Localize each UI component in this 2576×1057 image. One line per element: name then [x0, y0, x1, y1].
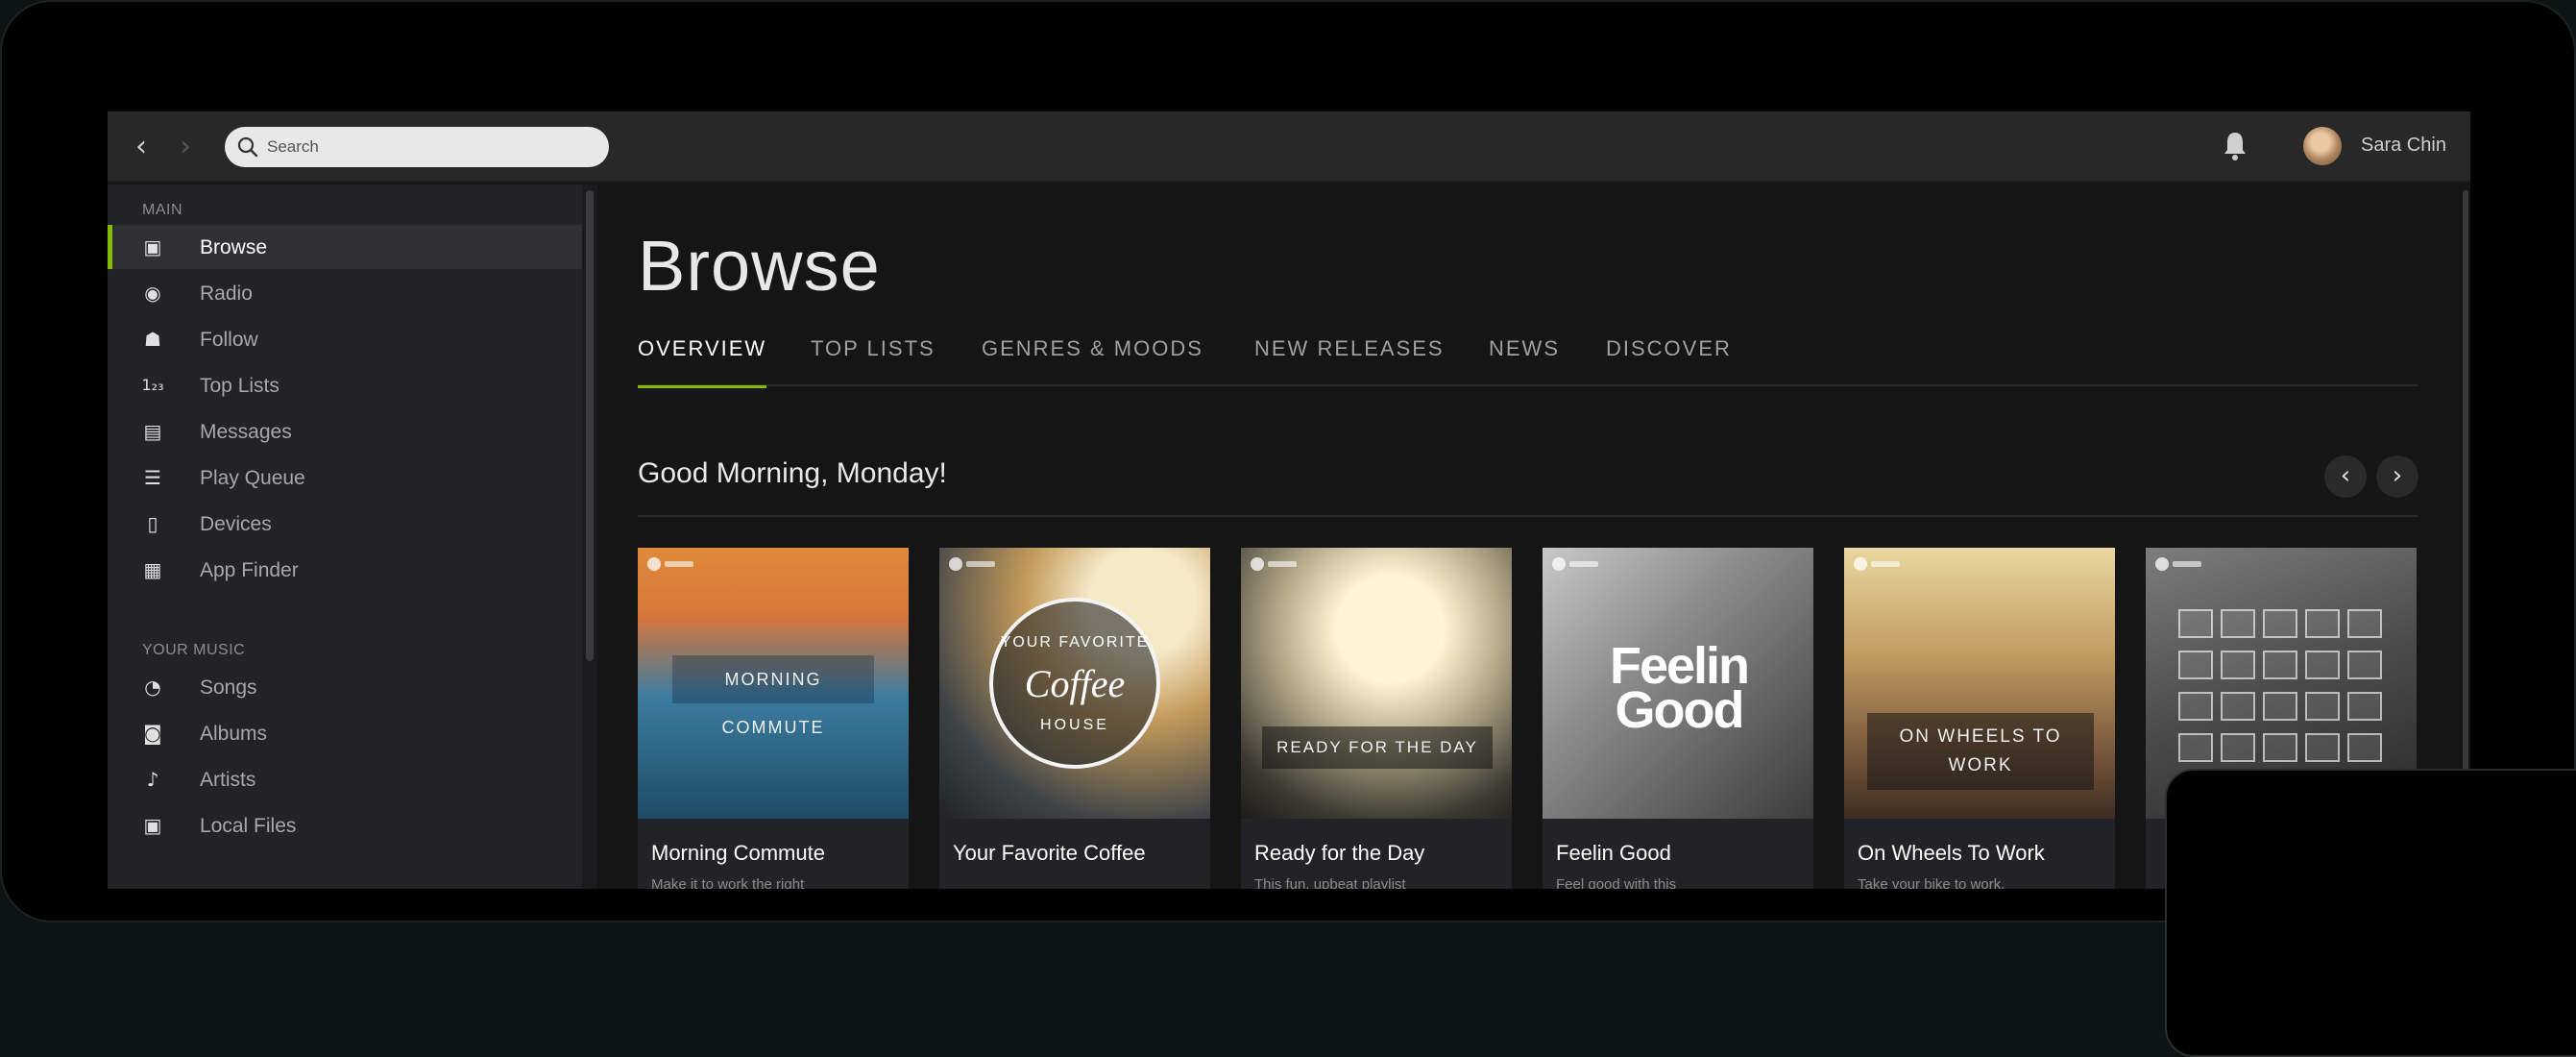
overlapping-device	[2165, 769, 2576, 1057]
search-icon	[237, 136, 258, 158]
spotify-logo-icon	[1854, 557, 1902, 571]
section-title: Good Morning, Monday!	[638, 457, 947, 489]
sidebar-item-local-files[interactable]: ▣ Local Files	[108, 803, 582, 848]
search-box[interactable]	[225, 127, 609, 167]
cover-title-text: ON WHEELS TO WORK	[1867, 713, 2094, 790]
sidebar-scrollbar[interactable]	[582, 184, 597, 889]
playlist-cover: ON WHEELS TO WORK	[1844, 548, 2115, 819]
sidebar-item-top-lists[interactable]: 1₂₃ Top Lists	[108, 363, 582, 407]
top-lists-icon: 1₂₃	[141, 376, 164, 394]
sidebar-item-messages[interactable]: ▤ Messages	[108, 409, 582, 454]
sidebar-item-label: Follow	[200, 329, 258, 351]
spotify-logo-icon	[949, 557, 997, 571]
browse-icon: ▣	[143, 235, 162, 258]
playlist-card-morning-commute[interactable]: MORNING COMMUTE Morning Commute Make it …	[638, 548, 909, 889]
card-title[interactable]: Ready for the Day	[1254, 838, 1500, 869]
cover-text-mid: Coffee	[1024, 662, 1126, 705]
sidebar-item-label: Albums	[200, 723, 268, 745]
local-files-icon: ▣	[143, 814, 162, 837]
tab-new-releases[interactable]: NEW RELEASES	[1254, 336, 1445, 384]
sidebar-item-app-finder[interactable]: ▦ App Finder	[108, 548, 582, 592]
radio-icon: ◉	[144, 282, 161, 305]
card-description: Feel good with this	[1556, 876, 1677, 889]
sidebar-section-main: MAIN	[142, 202, 182, 218]
sidebar-item-devices[interactable]: ▯ Devices	[108, 502, 582, 546]
sidebar-item-browse[interactable]: ▣ Browse	[108, 225, 582, 269]
card-description: Make it to work the right	[651, 876, 805, 889]
carousel-prev-button[interactable]: ‹	[2324, 455, 2367, 498]
tab-overview[interactable]: OVERVIEW	[638, 336, 767, 388]
sidebar: MAIN ▣ Browse ◉ Radio ☗ Follow 1₂₃ Top L…	[108, 184, 582, 889]
cover-title-text: MORNING COMMUTE	[672, 655, 874, 737]
artists-icon: ♪	[146, 768, 159, 791]
playlist-card-feelin-good[interactable]: Feelin Good Feelin Good Feel good with t…	[1543, 548, 1813, 889]
sidebar-item-play-queue[interactable]: ☰ Play Queue	[108, 455, 582, 500]
sidebar-item-label: Artists	[200, 769, 256, 791]
tab-discover[interactable]: DISCOVER	[1606, 336, 1732, 384]
forward-button[interactable]: ›	[171, 131, 200, 163]
card-description: Take your bike to work,	[1858, 876, 2005, 889]
playlist-cover: Feelin Good	[1543, 548, 1813, 819]
coffee-house-badge: YOUR FAVORITE Coffee HOUSE	[989, 598, 1160, 769]
sidebar-scrollbar-thumb[interactable]	[586, 190, 594, 661]
username[interactable]: Sara Chin	[2361, 135, 2446, 157]
section-divider	[638, 515, 2418, 517]
cover-text-top: YOUR FAVORITE	[1000, 634, 1150, 651]
card-title[interactable]: On Wheels To Work	[1858, 838, 2103, 869]
sidebar-item-artists[interactable]: ♪ Artists	[108, 757, 582, 801]
messages-icon: ▤	[143, 420, 162, 443]
app-window: ‹ › Sara Chin MAIN ▣ Browse ◉ Radio ☗	[108, 111, 2470, 889]
cover-text-bottom: HOUSE	[1040, 717, 1109, 733]
play-queue-icon: ☰	[144, 466, 161, 489]
sidebar-item-label: Top Lists	[200, 375, 279, 397]
playlist-cover: YOUR FAVORITE Coffee HOUSE	[939, 548, 1210, 819]
sidebar-section-your-music: YOUR MUSIC	[142, 642, 246, 658]
avatar[interactable]	[2303, 127, 2342, 165]
sidebar-item-label: Devices	[200, 513, 272, 535]
top-bar: ‹ › Sara Chin	[108, 111, 2470, 183]
spotify-logo-icon	[2155, 557, 2203, 571]
sidebar-item-songs[interactable]: ◔ Songs	[108, 665, 582, 709]
tab-top-lists[interactable]: TOP LISTS	[811, 336, 936, 384]
sidebar-item-radio[interactable]: ◉ Radio	[108, 271, 582, 315]
devices-icon: ▯	[147, 512, 158, 535]
back-button[interactable]: ‹	[127, 131, 156, 163]
playlist-cover: READY FOR THE DAY	[1241, 548, 1512, 819]
sidebar-item-label: App Finder	[200, 559, 299, 581]
search-input[interactable]	[267, 133, 594, 161]
app-finder-icon: ▦	[143, 558, 162, 581]
spotify-logo-icon	[647, 557, 695, 571]
card-title[interactable]: Morning Commute	[651, 838, 897, 869]
cover-title-text: READY FOR THE DAY	[1262, 726, 1493, 769]
playlist-cover: MORNING COMMUTE	[638, 548, 909, 819]
spotify-logo-icon	[1552, 557, 1600, 571]
playlist-card-favorite-coffee[interactable]: YOUR FAVORITE Coffee HOUSE Your Favorite…	[939, 548, 1210, 889]
keyboard-keys-graphic	[2175, 605, 2395, 771]
tab-news[interactable]: NEWS	[1489, 336, 1560, 384]
card-title[interactable]: Your Favorite Coffee	[953, 838, 1199, 869]
follow-icon: ☗	[144, 328, 161, 351]
playlist-card-on-wheels-to-work[interactable]: ON WHEELS TO WORK On Wheels To Work Take…	[1844, 548, 2115, 889]
sidebar-item-label: Browse	[200, 236, 268, 258]
albums-icon: ◙	[143, 722, 162, 745]
tab-genres-moods[interactable]: GENRES & MOODS	[982, 336, 1203, 384]
card-description: This fun, upbeat playlist	[1254, 876, 1406, 889]
sidebar-item-label: Local Files	[200, 815, 297, 837]
sidebar-item-label: Play Queue	[200, 467, 305, 489]
browse-tabs: OVERVIEW TOP LISTS GENRES & MOODS NEW RE…	[638, 329, 2418, 388]
page-title: Browse	[638, 226, 881, 306]
sidebar-item-label: Songs	[200, 676, 257, 699]
sidebar-item-follow[interactable]: ☗ Follow	[108, 317, 582, 361]
cover-title-text: Feelin Good	[1609, 637, 1750, 739]
sidebar-item-label: Messages	[200, 421, 292, 443]
sidebar-item-albums[interactable]: ◙ Albums	[108, 711, 582, 755]
spotify-logo-icon	[1251, 557, 1299, 571]
playlist-card-ready-for-the-day[interactable]: READY FOR THE DAY Ready for the Day This…	[1241, 548, 1512, 889]
card-title[interactable]: Feelin Good	[1556, 838, 1802, 869]
songs-icon: ◔	[144, 676, 161, 699]
notification-bell-icon[interactable]	[2222, 129, 2248, 163]
sidebar-item-label: Radio	[200, 283, 253, 305]
carousel-next-button[interactable]: ›	[2376, 455, 2418, 498]
